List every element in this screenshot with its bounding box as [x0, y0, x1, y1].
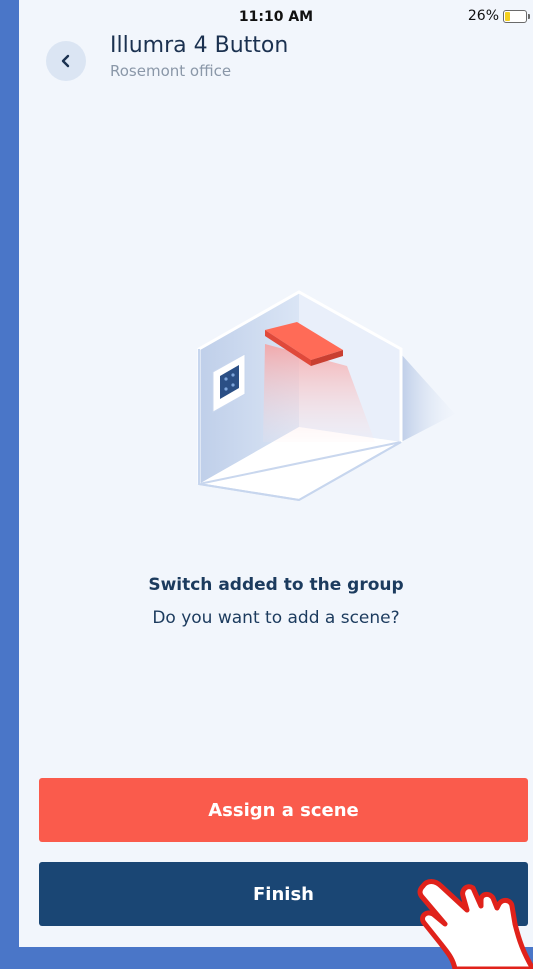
back-button[interactable] [46, 41, 86, 81]
status-bar: 11:10 AM 26% [19, 0, 533, 30]
battery-tip [528, 13, 530, 19]
chevron-left-icon [61, 54, 70, 68]
battery-fill [505, 11, 511, 21]
hand-pointer-icon [417, 879, 533, 969]
message-subtitle: Do you want to add a scene? [152, 608, 400, 628]
room-switch-illustration-icon [197, 290, 455, 502]
page-title: Illumra 4 Button [110, 33, 289, 58]
assign-scene-button[interactable]: Assign a scene [39, 778, 528, 842]
app-screen: 11:10 AM 26% Illumra 4 Button Rosemont o… [19, 0, 533, 947]
battery-icon [503, 9, 530, 23]
message-title: Switch added to the group [148, 575, 404, 595]
status-time: 11:10 AM [238, 9, 314, 25]
battery-indicator: 26% [467, 8, 530, 24]
page-subtitle: Rosemont office [110, 62, 232, 80]
battery-percent: 26% [467, 8, 499, 24]
